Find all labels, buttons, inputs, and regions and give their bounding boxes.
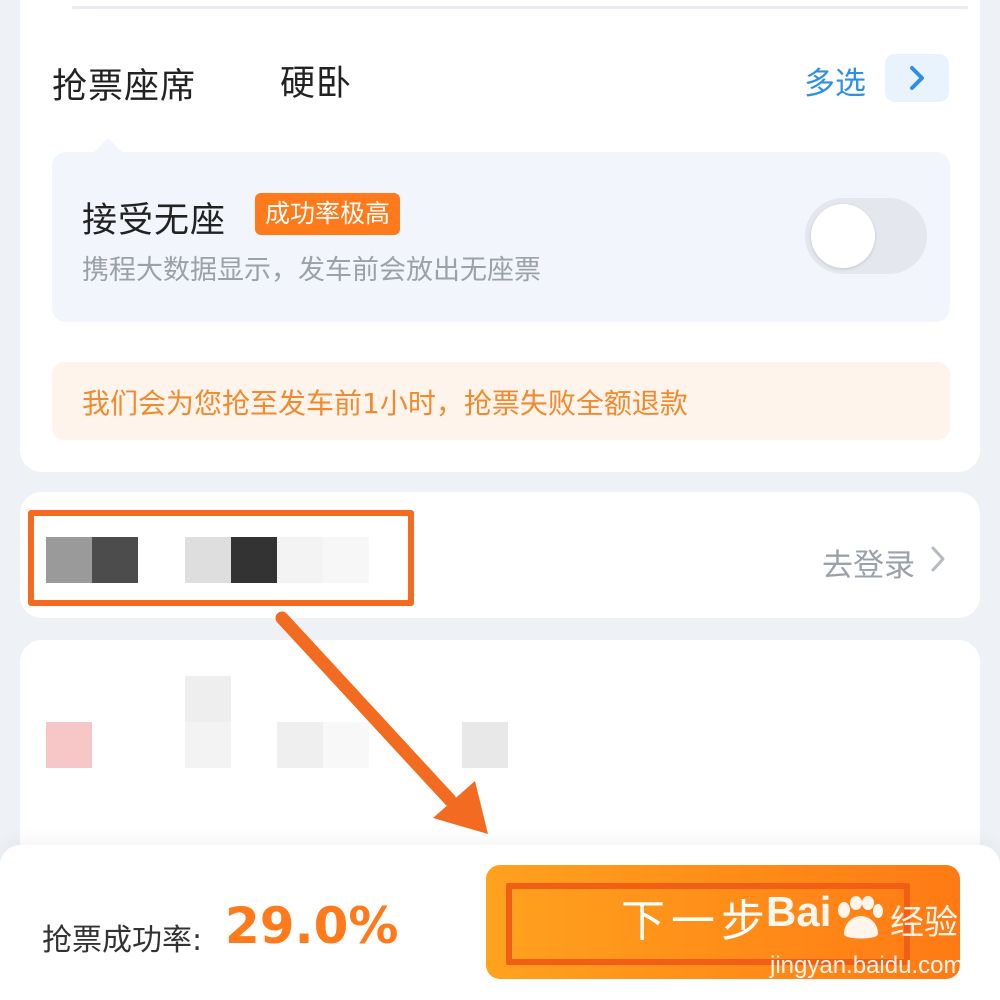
redacted-block xyxy=(462,722,508,768)
redacted-block xyxy=(46,722,92,768)
redacted-block xyxy=(323,722,369,768)
seat-type-value[interactable]: 硬卧 xyxy=(280,55,352,106)
high-success-badge: 成功率极高 xyxy=(255,193,401,235)
annotation-highlight-box xyxy=(28,510,414,606)
redacted-block xyxy=(185,676,231,722)
accept-no-seat-title: 接受无座 xyxy=(82,201,227,241)
multi-select-link[interactable]: 多选 xyxy=(804,58,866,103)
success-rate-value: 29.0% xyxy=(225,897,399,955)
success-rate-label: 抢票成功率: xyxy=(42,923,203,958)
chevron-right-icon xyxy=(931,546,945,572)
redacted-block xyxy=(277,722,323,768)
chevron-right-icon xyxy=(910,66,924,90)
paw-icon xyxy=(838,896,883,939)
multi-select-button[interactable] xyxy=(885,54,949,102)
refund-notice-banner: 我们会为您抢至发车前1小时，抢票失败全额退款 xyxy=(52,362,950,440)
seat-type-label: 抢票座席 xyxy=(52,67,197,107)
refund-notice-text: 我们会为您抢至发车前1小时，抢票失败全额退款 xyxy=(82,387,688,420)
watermark-logo: Bai xyxy=(766,888,832,935)
watermark-suffix: 经验 xyxy=(890,903,958,943)
toggle-knob xyxy=(811,204,875,268)
divider xyxy=(72,6,968,9)
accept-no-seat-description: 携程大数据显示，发车前会放出无座票 xyxy=(82,255,541,286)
go-login-link[interactable]: 去登录 xyxy=(822,540,915,585)
watermark-url: jingyan.baidu.com xyxy=(770,952,964,979)
redacted-block xyxy=(185,722,231,768)
accept-no-seat-toggle[interactable] xyxy=(805,198,927,274)
